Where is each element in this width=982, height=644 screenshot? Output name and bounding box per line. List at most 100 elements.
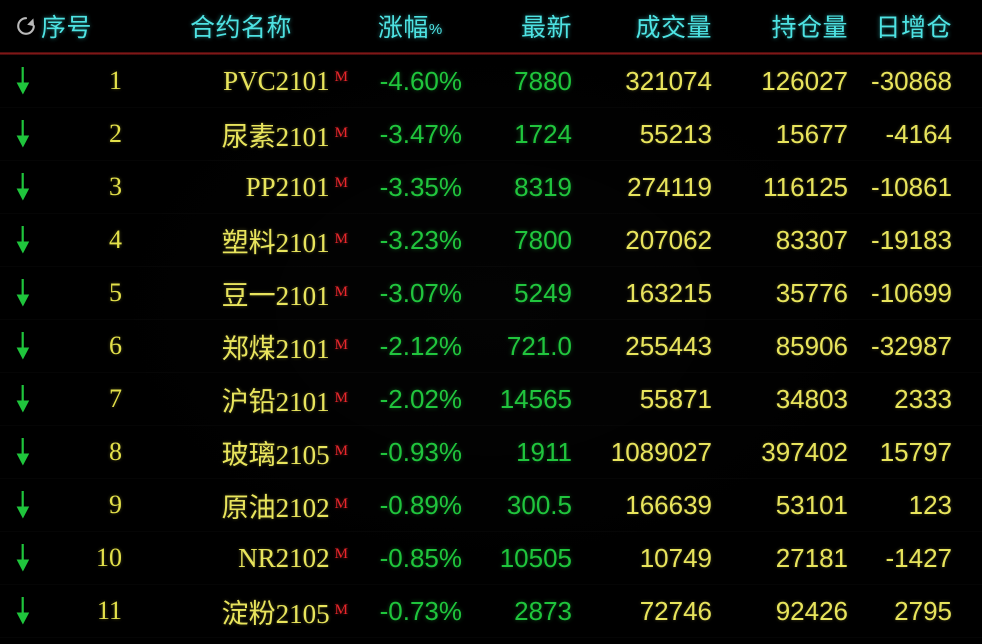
table-row[interactable]: 6 郑煤2101 M -2.12% 721.0 255443 85906 -32987	[0, 320, 982, 373]
row-index: 4	[109, 225, 122, 254]
last-price-cell: 1911	[516, 436, 572, 467]
open-interest-cell: 83307	[775, 224, 848, 255]
arrow-down-icon	[0, 542, 46, 574]
last-price-cell: 721.0	[506, 330, 572, 361]
daily-oi-change-cell: 2795	[894, 595, 952, 626]
change-pct-cell: -3.35%	[379, 171, 462, 202]
contract-name-cell[interactable]: PP2101 M	[130, 172, 352, 203]
contract-name-cell[interactable]: 原油2102 M	[130, 486, 352, 525]
column-header-open-interest[interactable]: 持仓量	[718, 8, 856, 44]
contract-name: 玻璃2105	[221, 439, 330, 470]
column-header-contract-name-label: 合约名称	[189, 14, 292, 42]
open-interest-cell: 15677	[775, 118, 848, 149]
change-pct-cell: -2.12%	[379, 330, 462, 361]
change-pct-cell: -4.60%	[379, 65, 462, 96]
contract-name-cell[interactable]: 豆一2101 M	[130, 274, 352, 313]
open-interest-cell: 27181	[775, 542, 848, 573]
contract-name: PP2101	[245, 171, 330, 202]
row-index: 10	[96, 543, 122, 572]
main-contract-flag: M	[334, 283, 348, 300]
last-price-cell: 14565	[499, 383, 572, 414]
row-index: 5	[109, 278, 122, 307]
last-price-cell: 5249	[514, 277, 572, 308]
refresh-icon[interactable]	[14, 14, 38, 38]
row-index: 2	[109, 119, 122, 148]
last-price-cell: 8319	[514, 171, 572, 202]
volume-cell: 321074	[625, 65, 712, 96]
table-row[interactable]: 7 沪铅2101 M -2.02% 14565 55871 34803 2333	[0, 373, 982, 426]
column-header-volume[interactable]: 成交量	[578, 8, 718, 44]
open-interest-cell: 92426	[775, 595, 848, 626]
column-header-last[interactable]: 最新	[468, 8, 578, 44]
table-header-row: 序号 合约名称 涨幅% 最新 成交量 持仓量 日增仓	[0, 0, 982, 52]
contract-name-cell[interactable]: NR2102 M	[130, 543, 352, 574]
arrow-down-icon	[0, 330, 46, 362]
row-index: 11	[96, 596, 122, 625]
contract-name-cell[interactable]: 郑煤2101 M	[130, 327, 352, 366]
volume-cell: 166639	[625, 489, 712, 520]
volume-cell: 163215	[625, 277, 712, 308]
table-row[interactable]: 5 豆一2101 M -3.07% 5249 163215 35776 -10699	[0, 267, 982, 320]
column-header-daily-oi-change-label: 日增仓	[875, 14, 952, 42]
arrow-down-icon	[0, 171, 46, 203]
open-interest-cell: 85906	[775, 330, 848, 361]
volume-cell: 55213	[639, 118, 712, 149]
contract-name-cell[interactable]: 尿素2101 M	[130, 115, 352, 154]
last-price-cell: 300.5	[506, 489, 572, 520]
change-pct-cell: -0.93%	[379, 436, 462, 467]
column-header-daily-oi-change[interactable]: 日增仓	[856, 8, 982, 44]
contract-name-cell[interactable]: 沪铅2101 M	[130, 380, 352, 419]
change-pct-cell: -3.47%	[379, 118, 462, 149]
main-contract-flag: M	[334, 389, 348, 406]
arrow-down-icon	[0, 383, 46, 415]
row-index: 6	[109, 331, 122, 360]
daily-oi-change-cell: -10861	[871, 171, 952, 202]
arrow-down-icon	[0, 65, 46, 97]
column-header-change-pct-sign: %	[428, 21, 443, 38]
column-header-seq[interactable]: 序号	[0, 8, 130, 44]
table-row[interactable]: 4 塑料2101 M -3.23% 7800 207062 83307 -19183	[0, 214, 982, 267]
daily-oi-change-cell: 123	[908, 489, 952, 520]
row-index: 1	[109, 66, 122, 95]
daily-oi-change-cell: -30868	[871, 65, 952, 96]
daily-oi-change-cell: -4164	[885, 118, 953, 149]
volume-cell: 207062	[625, 224, 712, 255]
row-index: 3	[109, 172, 122, 201]
main-contract-flag: M	[334, 442, 348, 459]
main-contract-flag: M	[334, 336, 348, 353]
contract-name-cell[interactable]: 玻璃2105 M	[130, 433, 352, 472]
row-index: 7	[109, 384, 122, 413]
arrow-down-icon	[0, 436, 46, 468]
daily-oi-change-cell: -32987	[871, 330, 952, 361]
main-contract-flag: M	[334, 68, 348, 85]
table-row[interactable]: 3 PP2101 M -3.35% 8319 274119 116125 -10861	[0, 161, 982, 214]
contract-name-cell[interactable]: 塑料2101 M	[130, 221, 352, 260]
futures-quote-board: 序号 合约名称 涨幅% 最新 成交量 持仓量 日增仓 1 PVC2101 M -4.6…	[0, 0, 982, 644]
contract-name-cell[interactable]: PVC2101 M	[130, 66, 352, 97]
contract-name: PVC2101	[223, 65, 330, 96]
volume-cell: 10749	[639, 542, 712, 573]
arrow-down-icon	[0, 595, 46, 627]
arrow-down-icon	[0, 489, 46, 521]
arrow-down-icon	[0, 224, 46, 256]
volume-cell: 55871	[639, 383, 712, 414]
last-price-cell: 10505	[499, 542, 572, 573]
change-pct-cell: -0.73%	[379, 595, 462, 626]
table-row[interactable]: 2 尿素2101 M -3.47% 1724 55213 15677 -4164	[0, 108, 982, 161]
column-header-change-pct-label: 涨幅	[377, 14, 429, 42]
daily-oi-change-cell: 15797	[879, 436, 952, 467]
contract-name: NR2102	[238, 542, 330, 573]
daily-oi-change-cell: 2333	[894, 383, 952, 414]
main-contract-flag: M	[334, 230, 348, 247]
column-header-change-pct[interactable]: 涨幅%	[352, 8, 468, 44]
table-row[interactable]: 1 PVC2101 M -4.60% 7880 321074 126027 -30868	[0, 55, 982, 108]
column-header-contract-name[interactable]: 合约名称	[130, 8, 352, 44]
table-row[interactable]: 9 原油2102 M -0.89% 300.5 166639 53101 123	[0, 479, 982, 532]
contract-name-cell[interactable]: 淀粉2105 M	[130, 592, 352, 631]
table-row[interactable]: 10 NR2102 M -0.85% 10505 10749 27181 -1427	[0, 532, 982, 585]
change-pct-cell: -3.07%	[379, 277, 462, 308]
table-row[interactable]: 8 玻璃2105 M -0.93% 1911 1089027 397402 15797	[0, 426, 982, 479]
table-row[interactable]: 11 淀粉2105 M -0.73% 2873 72746 92426 2795	[0, 585, 982, 638]
open-interest-cell: 397402	[761, 436, 848, 467]
volume-cell: 255443	[625, 330, 712, 361]
